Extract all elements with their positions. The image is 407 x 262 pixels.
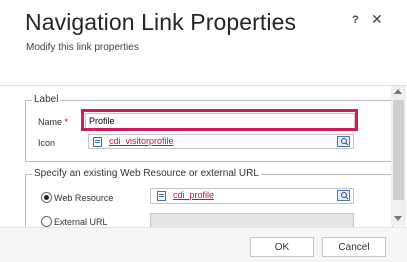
name-label: Name * (38, 117, 69, 127)
url-group-legend: Specify an existing Web Resource or exte… (32, 168, 261, 179)
web-resource-label[interactable]: Web Resource (54, 193, 113, 203)
external-url-input[interactable] (150, 213, 354, 228)
web-resource-value[interactable]: cdi_profile (173, 190, 214, 200)
web-resource-icon (157, 191, 166, 201)
dialog-title: Navigation Link Properties (25, 9, 297, 35)
icon-lookup[interactable]: cdi_visitorprofile (88, 134, 354, 149)
web-resource-icon (93, 137, 102, 147)
scrollbar-thumb[interactable] (393, 100, 404, 200)
name-field-highlight (81, 109, 358, 131)
external-url-radio[interactable] (41, 216, 52, 227)
label-group-legend: Label (32, 94, 61, 105)
scroll-down-icon[interactable] (394, 216, 402, 221)
dialog-footer: OK Cancel (0, 227, 407, 262)
icon-label: Icon (38, 138, 56, 148)
navigation-link-properties-dialog: Navigation Link Properties Modify this l… (0, 0, 407, 262)
lookup-icon[interactable] (337, 190, 350, 201)
required-mark: * (64, 117, 69, 127)
cancel-button[interactable]: Cancel (322, 237, 386, 257)
scroll-up-icon[interactable] (394, 89, 402, 94)
web-resource-lookup[interactable]: cdi_profile (150, 188, 354, 204)
ok-button[interactable]: OK (250, 237, 314, 257)
dialog-subtitle: Modify this link properties (26, 42, 139, 53)
icon-lookup-value[interactable]: cdi_visitorprofile (109, 136, 174, 146)
close-icon[interactable]: ✕ (371, 11, 383, 28)
help-icon[interactable]: ? (352, 14, 359, 26)
web-resource-radio[interactable] (41, 192, 52, 203)
vertical-scrollbar[interactable] (391, 86, 406, 226)
dialog-body: Label Name * Profile Icon cdi_visitorpro… (0, 85, 407, 228)
external-url-label[interactable]: External URL (54, 217, 108, 227)
lookup-icon[interactable] (337, 136, 350, 147)
